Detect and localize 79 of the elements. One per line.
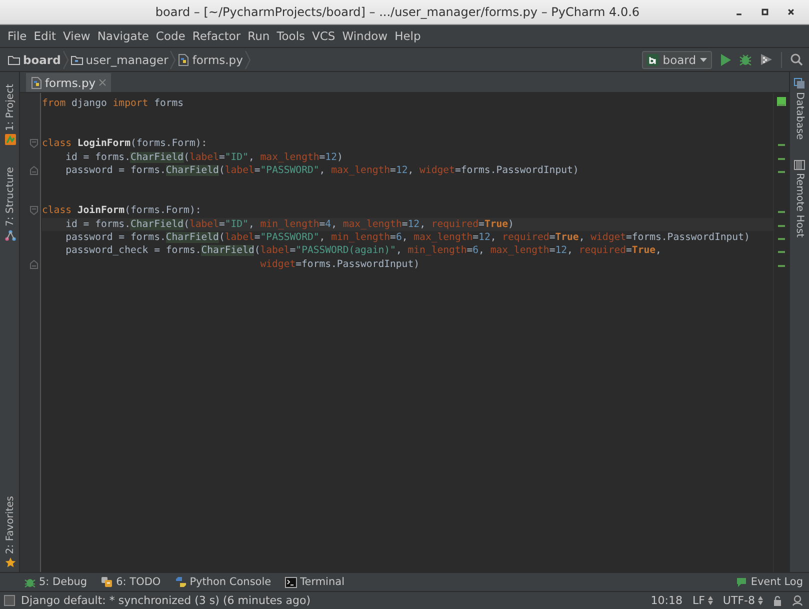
balloon-icon <box>736 576 748 588</box>
code-line: class LoginForm(forms.Form): <box>42 138 208 150</box>
up-down-icon <box>708 596 713 605</box>
change-mark <box>778 104 785 106</box>
coverage-icon[interactable] <box>760 53 773 66</box>
database-icon <box>794 78 805 89</box>
star-icon <box>4 557 16 568</box>
tool-window-button[interactable]: Terminal <box>285 576 344 588</box>
change-mark <box>778 264 785 267</box>
run-configuration-dropdown[interactable]: board <box>642 50 712 68</box>
chevron-icon <box>170 50 176 68</box>
menu-item[interactable]: Run <box>244 29 274 43</box>
tool-window-button[interactable]: Remote Host <box>790 160 809 238</box>
inspector-icon[interactable] <box>792 595 803 606</box>
line-separator-selector[interactable]: LF <box>692 594 713 607</box>
chevron-icon <box>62 50 69 68</box>
window-title: board – [~/PycharmProjects/board] – .../user_manager/forms.py – PyCharm 4.0.6 <box>154 5 641 19</box>
structure-icon <box>4 230 16 241</box>
tool-window-button[interactable]: 7: Structure <box>0 167 20 241</box>
menu-item[interactable]: Navigate <box>94 29 152 43</box>
python-file-icon <box>31 76 42 88</box>
lock-icon[interactable] <box>773 596 782 606</box>
breadcrumb[interactable]: board <box>6 52 63 66</box>
close-icon[interactable] <box>787 7 795 17</box>
python-file-icon <box>178 54 190 66</box>
terminal-icon <box>285 576 298 588</box>
change-mark <box>778 211 785 214</box>
todo-icon <box>101 576 114 588</box>
code-line: password = forms.CharField(label="PASSWORD", min_length=6, max_length=12, required=True, widget=forms.PasswordInput) <box>64 232 750 244</box>
caret-position[interactable]: 10:18 <box>650 594 682 607</box>
tool-window-button[interactable]: 5: Debug <box>24 576 88 588</box>
code-line: from django import forms <box>42 98 184 110</box>
tool-window-button[interactable]: 1: Project <box>0 84 20 146</box>
close-icon <box>98 79 106 86</box>
menu-item[interactable]: Code <box>152 29 189 43</box>
remote-host-icon <box>794 160 805 170</box>
run-icon[interactable] <box>720 54 731 66</box>
breadcrumb[interactable]: forms.py <box>176 52 245 66</box>
tool-window-button[interactable]: 6: TODO <box>101 576 161 588</box>
python-icon <box>174 576 187 588</box>
maximize-icon[interactable] <box>761 7 769 17</box>
code-line: class JoinForm(forms.Form): <box>42 205 202 216</box>
code-line: password = forms.CharField(label="PASSWORD", max_length=12, widget=forms.PasswordInput) <box>64 165 579 176</box>
editor-tab[interactable]: forms.py <box>26 73 111 92</box>
breadcrumb[interactable]: user_manager <box>68 52 170 66</box>
change-mark <box>778 238 785 240</box>
event-log-button[interactable]: Event Log <box>736 576 803 588</box>
change-mark <box>778 158 785 160</box>
bug-icon[interactable] <box>739 53 752 66</box>
project-icon <box>4 134 16 146</box>
bug-icon <box>24 576 36 588</box>
change-mark <box>778 251 785 254</box>
tool-window-button[interactable]: 2: Favorites <box>0 496 20 568</box>
code-line: password_check = forms.CharField(label="PASSWORD(again)", min_length=6, max_length=12, required=True, <box>64 245 662 256</box>
menu-item[interactable]: View <box>60 29 94 43</box>
menu-item[interactable]: Refactor <box>188 29 244 43</box>
menu-item[interactable]: Tools <box>273 29 309 43</box>
menu-item[interactable]: VCS <box>308 29 339 43</box>
code-line: widget=forms.PasswordInput) <box>259 258 420 270</box>
menu-item[interactable]: Window <box>338 29 392 43</box>
code-line: id = forms.CharField(label="ID", max_length=12) <box>64 152 343 163</box>
code-line: id = forms.CharField(label="ID", min_length=4, max_length=12, required=True) <box>64 218 514 230</box>
tool-window-button[interactable]: Database <box>790 78 809 140</box>
change-mark <box>778 171 785 173</box>
menu-item[interactable]: Edit <box>30 29 60 43</box>
status-message: Django default: * synchronized (3 s) (6 minutes ago) <box>21 594 312 607</box>
menu-item[interactable]: File <box>4 29 30 43</box>
chevron-icon <box>244 50 251 68</box>
django-icon <box>646 54 659 66</box>
caret-icon <box>700 58 707 62</box>
change-mark <box>778 224 785 227</box>
up-down-icon <box>758 596 763 605</box>
module-folder-icon <box>70 54 83 64</box>
search-icon[interactable] <box>790 53 803 66</box>
tool-window-button[interactable]: Python Console <box>174 576 272 588</box>
change-mark <box>778 144 785 146</box>
encoding-selector[interactable]: UTF-8 <box>722 594 763 607</box>
menu-item[interactable]: Help <box>391 29 424 43</box>
folder-icon <box>8 54 20 64</box>
